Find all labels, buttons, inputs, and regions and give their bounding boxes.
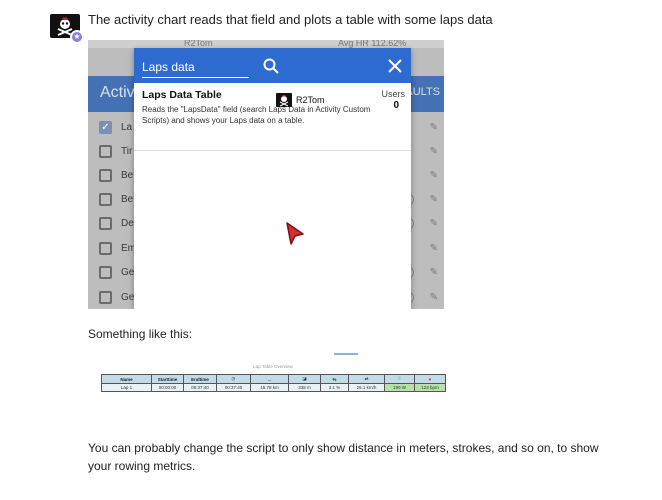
table-cell: 00:00:00 xyxy=(151,383,184,392)
status-strip: R2Tom Avg HR 112.62% xyxy=(88,40,444,48)
checkbox-icon[interactable] xyxy=(99,217,112,230)
table-cell: 00:37:40 xyxy=(216,383,251,392)
table-cell: 25.1 km/h xyxy=(348,383,385,392)
checkbox-icon[interactable] xyxy=(99,266,112,279)
table-row: Lap 1 00:00:00 00:37:40 00:37:40 15.78 k… xyxy=(101,383,446,392)
star-badge-icon: ★ xyxy=(70,30,84,44)
post-text: The activity chart reads that field and … xyxy=(88,12,493,27)
table-cell: 3.1 % xyxy=(320,383,349,392)
column-header: % xyxy=(320,374,349,384)
list-item-label: Be xyxy=(121,170,134,181)
checkbox-icon[interactable] xyxy=(99,169,112,182)
post-text: You can probably change the script to on… xyxy=(88,441,599,473)
lap-table-title: Lap Table Overview xyxy=(253,364,293,369)
list-item-label: Tir xyxy=(121,146,133,157)
search-icon[interactable] xyxy=(262,57,280,75)
background-header-title: Activ xyxy=(100,84,135,101)
pencil-icon[interactable]: ✎ xyxy=(430,170,438,181)
checkbox-checked-icon[interactable]: ✓ xyxy=(99,121,112,134)
list-item-label: Ge xyxy=(121,267,135,278)
pencil-icon[interactable]: ✎ xyxy=(430,194,438,205)
pencil-icon[interactable]: ✎ xyxy=(430,243,438,254)
pencil-icon[interactable]: ✎ xyxy=(430,146,438,157)
table-cell: 123 bpm xyxy=(414,383,446,392)
users-count: 0 xyxy=(393,100,399,111)
column-header: Endtime xyxy=(183,374,217,384)
post-text: Something like this: xyxy=(88,327,193,341)
lap-table: Name Starttime Endtime ◷ ↔ ◪ % ⇌ ♡ ♥ Lap… xyxy=(101,374,446,392)
clock-icon: ◷ xyxy=(216,374,251,384)
list-item-label: Ge xyxy=(121,292,135,303)
status-strip-left: R2Tom xyxy=(184,40,213,48)
checkbox-icon[interactable] xyxy=(99,242,112,255)
users-label: Users xyxy=(381,89,405,99)
table-header-row: Name Starttime Endtime ◷ ↔ ◪ % ⇌ ♡ ♥ xyxy=(101,374,446,384)
search-result-item[interactable]: Laps Data Table Reads the "LapsData" fie… xyxy=(134,83,411,151)
heart-icon: ♥ xyxy=(414,374,446,384)
dialog-header xyxy=(134,48,411,83)
embedded-screenshot[interactable]: R2Tom Avg HR 112.62% Activ AULTS ✓ La ✎ … xyxy=(88,40,444,309)
table-cell: 00:37:40 xyxy=(183,383,217,392)
table-cell: 15.78 km xyxy=(250,383,289,392)
table-cell: 190 W xyxy=(384,383,415,392)
list-item-label: Be xyxy=(121,194,134,205)
checkbox-icon[interactable] xyxy=(99,291,112,304)
avatar[interactable]: ★ xyxy=(50,14,84,44)
pencil-icon[interactable]: ✎ xyxy=(430,292,438,303)
result-title: Laps Data Table xyxy=(142,89,222,101)
table-cell: Lap 1 xyxy=(101,383,152,392)
cursor-arrow-icon xyxy=(286,222,304,245)
result-description: Reads the "LapsData" field (search Laps … xyxy=(142,105,371,125)
status-strip-right: Avg HR 112.62% xyxy=(338,40,407,48)
search-dialog: Laps Data Table Reads the "LapsData" fie… xyxy=(134,48,411,309)
result-author: R2Tom xyxy=(296,95,325,105)
pencil-icon[interactable]: ✎ xyxy=(430,218,438,229)
list-item-label: La xyxy=(121,122,133,133)
close-icon[interactable] xyxy=(386,57,404,75)
column-header: Name xyxy=(101,374,152,384)
elevation-icon: ◪ xyxy=(288,374,321,384)
divider xyxy=(334,353,358,355)
pencil-icon[interactable]: ✎ xyxy=(430,267,438,278)
distance-icon: ↔ xyxy=(250,374,289,384)
checkbox-icon[interactable] xyxy=(99,193,112,206)
checkbox-icon[interactable] xyxy=(99,145,112,158)
pencil-icon[interactable]: ✎ xyxy=(430,122,438,133)
table-cell: 338 m xyxy=(288,383,321,392)
column-header: Starttime xyxy=(151,374,184,384)
list-item-label: De xyxy=(121,218,134,229)
speed-icon: ⇌ xyxy=(348,374,385,384)
pirate-flag-icon xyxy=(276,93,292,107)
search-input[interactable] xyxy=(142,56,249,78)
power-icon: ♡ xyxy=(384,374,415,384)
